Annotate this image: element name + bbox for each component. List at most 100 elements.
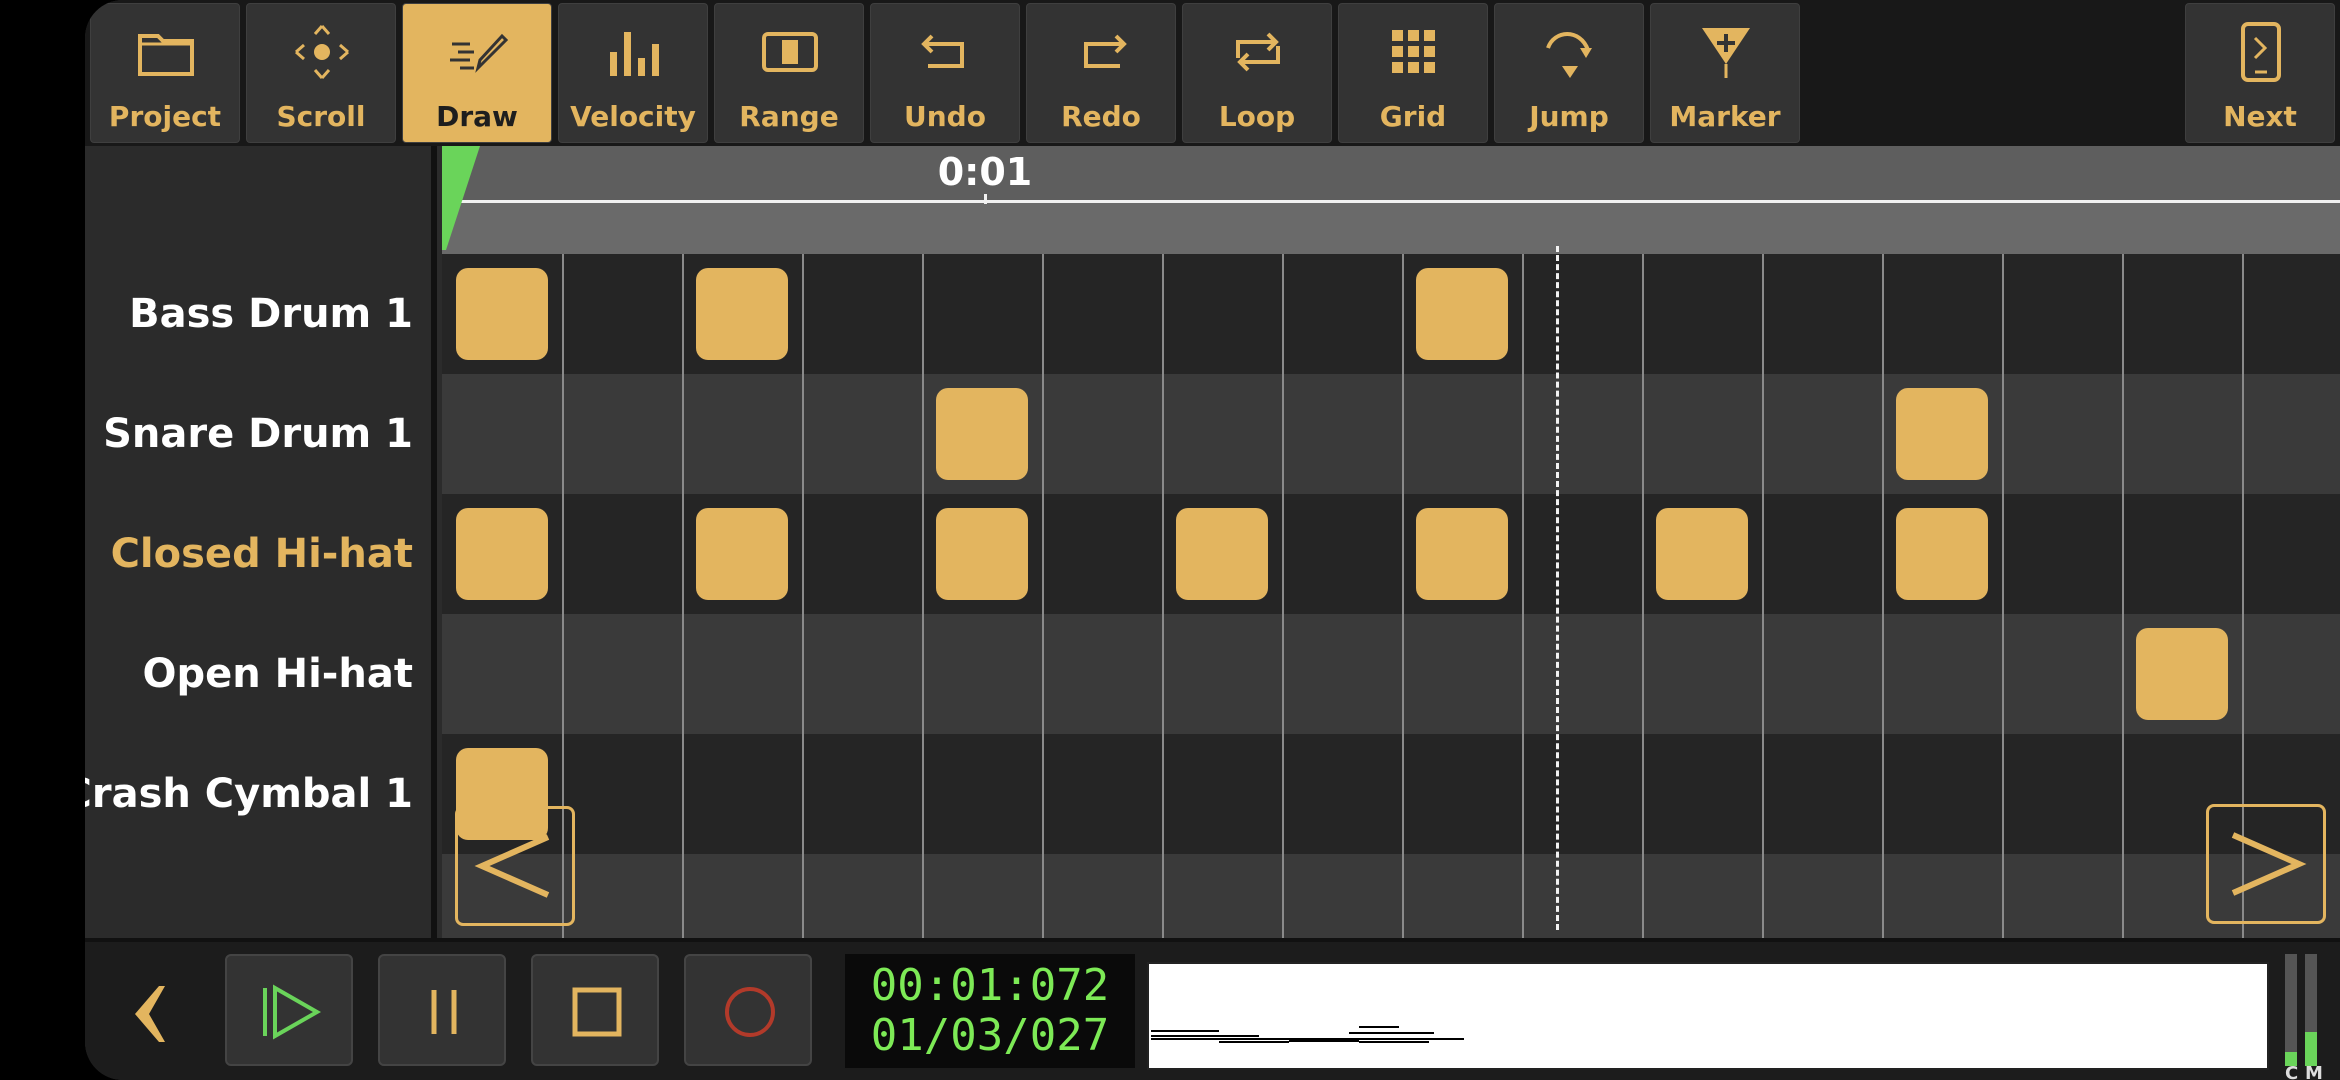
note-block[interactable] xyxy=(2136,628,2228,720)
undo-button[interactable]: Undo xyxy=(870,3,1020,143)
undo-icon xyxy=(921,34,964,68)
grid-row[interactable] xyxy=(442,734,2340,854)
note-block[interactable] xyxy=(1896,508,1988,600)
meter-c xyxy=(2285,954,2297,1066)
transport-bar: 00:01:072 01/03/027 C M xyxy=(85,938,2340,1080)
ruler-tick xyxy=(984,194,987,204)
range-label: Range xyxy=(739,100,839,133)
grid-line xyxy=(1402,254,1404,938)
project-label: Project xyxy=(108,100,222,133)
track-name-open-hi-hat[interactable]: Open Hi-hat xyxy=(142,614,413,734)
marker-button[interactable]: Marker xyxy=(1650,3,1800,143)
step-grid[interactable] xyxy=(442,254,2340,938)
grid-line xyxy=(1762,254,1764,938)
loop-start-marker[interactable] xyxy=(442,146,482,254)
track-list: Bass Drum 1 Snare Drum 1 Closed Hi-hat O… xyxy=(85,146,437,938)
ruler-bottom-band xyxy=(442,202,2340,254)
grid-icon xyxy=(1392,30,1435,73)
ruler-time-label: 0:01 xyxy=(937,150,1033,194)
grid-label: Grid xyxy=(1379,100,1447,133)
playhead xyxy=(1556,246,1559,930)
record-icon xyxy=(725,987,775,1037)
note-block[interactable] xyxy=(1896,388,1988,480)
velocity-button[interactable]: Velocity xyxy=(558,3,708,143)
grid-line xyxy=(1522,254,1524,938)
app-frame: Project Scroll Draw Velocity Range Undo … xyxy=(85,0,2340,1080)
grid-button[interactable]: Grid xyxy=(1338,3,1488,143)
velocity-label: Velocity xyxy=(570,100,696,133)
meter-m-label: M xyxy=(2305,1063,2323,1080)
grid-line xyxy=(1042,254,1044,938)
redo-icon xyxy=(1084,34,1127,68)
range-button[interactable]: Range xyxy=(714,3,864,143)
jump-button[interactable]: Jump xyxy=(1494,3,1644,143)
ruler-line xyxy=(442,200,2340,203)
track-name-closed-hi-hat[interactable]: Closed Hi-hat xyxy=(111,494,413,614)
grid-row[interactable] xyxy=(442,374,2340,494)
grid-row[interactable] xyxy=(442,854,2340,938)
grid-line xyxy=(1162,254,1164,938)
loop-button[interactable]: Loop xyxy=(1182,3,1332,143)
project-button[interactable]: Project xyxy=(90,3,240,143)
jump-label: Jump xyxy=(1529,100,1609,133)
pause-button[interactable] xyxy=(378,954,506,1066)
pause-icon xyxy=(431,990,457,1034)
next-label: Next xyxy=(2223,100,2297,133)
timeline-ruler[interactable]: 0:01 xyxy=(442,146,2340,254)
next-button[interactable]: Next xyxy=(2185,3,2335,143)
play-icon xyxy=(263,984,321,1040)
arrow-left-icon xyxy=(474,834,550,898)
draw-icon xyxy=(450,33,508,73)
note-block[interactable] xyxy=(1656,508,1748,600)
track-name-snare-drum-1[interactable]: Snare Drum 1 xyxy=(103,374,413,494)
draw-label: Draw xyxy=(436,100,518,133)
grid-line xyxy=(2122,254,2124,938)
meter-c-label: C xyxy=(2285,1063,2299,1080)
song-overview[interactable] xyxy=(1147,962,2269,1070)
grid-line xyxy=(2002,254,2004,938)
note-block[interactable] xyxy=(456,508,548,600)
track-name-crash-cymbal-1[interactable]: Crash Cymbal 1 xyxy=(85,734,413,854)
collapse-icon[interactable] xyxy=(125,982,169,1046)
grid-line xyxy=(1282,254,1284,938)
ruler-top-band xyxy=(442,146,2340,200)
position-readout: 01/03/027 xyxy=(870,1010,1110,1061)
redo-button[interactable]: Redo xyxy=(1026,3,1176,143)
scroll-icon xyxy=(295,25,349,79)
note-block[interactable] xyxy=(1416,268,1508,360)
note-block[interactable] xyxy=(936,388,1028,480)
record-button[interactable] xyxy=(684,954,812,1066)
note-block[interactable] xyxy=(696,508,788,600)
grid-line xyxy=(1882,254,1884,938)
play-button[interactable] xyxy=(225,954,353,1066)
scroll-button[interactable]: Scroll xyxy=(246,3,396,143)
arrow-right-icon xyxy=(2231,832,2307,896)
loop-label: Loop xyxy=(1218,100,1296,133)
overview-notes xyxy=(1151,1026,1464,1043)
range-icon xyxy=(762,32,818,72)
note-block[interactable] xyxy=(456,268,548,360)
redo-label: Redo xyxy=(1061,100,1141,133)
toolbar: Project Scroll Draw Velocity Range Undo … xyxy=(85,0,2340,146)
time-display: 00:01:072 01/03/027 xyxy=(845,954,1135,1068)
grid-row[interactable] xyxy=(442,614,2340,734)
grid-line xyxy=(922,254,924,938)
note-block[interactable] xyxy=(1416,508,1508,600)
note-block[interactable] xyxy=(936,508,1028,600)
track-name-bass-drum-1[interactable]: Bass Drum 1 xyxy=(129,254,413,374)
time-readout: 00:01:072 xyxy=(870,960,1110,1011)
marker-icon xyxy=(1702,28,1750,78)
draw-button[interactable]: Draw xyxy=(402,3,552,143)
scroll-left-button[interactable] xyxy=(455,806,575,926)
stop-button[interactable] xyxy=(531,954,659,1066)
grid-line xyxy=(1642,254,1644,938)
undo-label: Undo xyxy=(904,100,986,133)
marker-label: Marker xyxy=(1669,100,1781,133)
note-block[interactable] xyxy=(1176,508,1268,600)
grid-line xyxy=(682,254,684,938)
note-block[interactable] xyxy=(696,268,788,360)
folder-icon xyxy=(138,34,194,76)
scroll-right-button[interactable] xyxy=(2206,804,2326,924)
loop-icon xyxy=(1236,32,1280,72)
velocity-icon xyxy=(610,32,659,76)
